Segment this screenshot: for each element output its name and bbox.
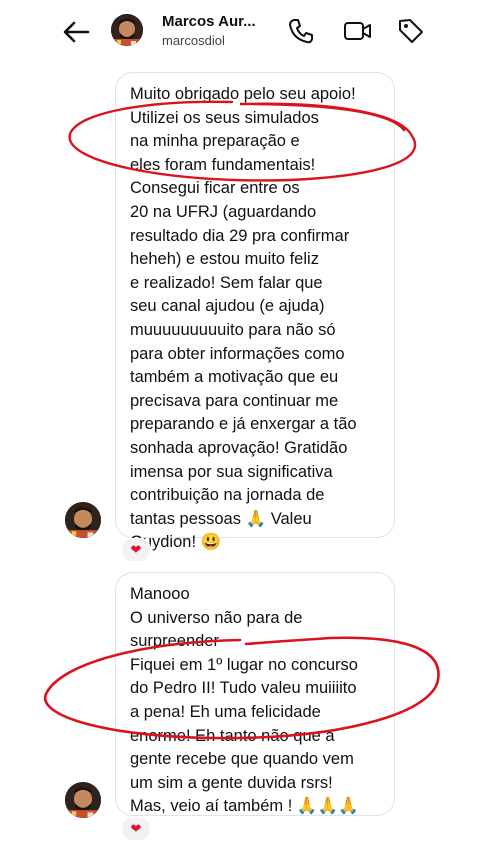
message-line: Manooo: [130, 585, 190, 603]
message-line: um sim a gente duvida rsrs!: [130, 773, 333, 792]
message-line: precisava para continuar me: [130, 391, 339, 410]
chat-header: Marcos Aur... marcosdiol: [0, 0, 480, 62]
heart-reaction[interactable]: ❤: [121, 538, 151, 562]
message-bubble[interactable]: Muito obrigado pelo seu apoio! Utilizei …: [115, 72, 395, 551]
tag-icon[interactable]: [396, 16, 426, 46]
message-line: na minha preparação e: [130, 132, 300, 151]
message-line: Muito obrigado pelo seu apoio!: [130, 85, 356, 103]
message-line: tantas pessoas 🙏 Valeu: [130, 509, 312, 528]
message-line: Mas, veio aí também ! 🙏🙏🙏: [130, 797, 359, 816]
message-line: sonhada aprovação! Gratidão: [130, 438, 348, 457]
message-line: Utilizei os seus simulados: [130, 108, 319, 127]
message-line: Consegui ficar entre os: [130, 179, 300, 198]
sender-avatar[interactable]: [65, 502, 101, 538]
message-line: Fiquei em 1º lugar no concurso: [130, 655, 358, 674]
phone-icon[interactable]: [286, 16, 316, 46]
message-line: para obter informações como: [130, 344, 345, 363]
message-line: contribuição na jornada de: [130, 486, 325, 505]
avatar-image: [65, 782, 101, 818]
message-line: seu canal ajudou (e ajuda): [130, 297, 325, 316]
avatar[interactable]: [111, 14, 143, 46]
heart-reaction[interactable]: ❤: [121, 817, 151, 841]
message-line: 20 na UFRJ (aguardando: [130, 202, 317, 221]
message-line: resultado dia 29 pra confirmar: [130, 226, 350, 245]
message-line: heheh) e estou muito feliz: [130, 250, 319, 269]
message-line: do Pedro II! Tudo valeu muiiiito: [130, 679, 357, 698]
message-line: gente recebe que quando vem: [130, 750, 354, 769]
message-line: eles foram fundamentais!: [130, 155, 316, 174]
message-line: enorme! Eh tanto não que a: [130, 726, 335, 745]
video-camera-icon[interactable]: [342, 16, 372, 46]
sender-avatar[interactable]: [65, 782, 101, 818]
message-line: imensa por sua significativa: [130, 462, 333, 481]
back-arrow-icon[interactable]: [58, 18, 94, 46]
message-line: muuuuuuuuuito para não só: [130, 320, 336, 339]
message-line: O universo não para de: [130, 608, 303, 627]
message-line: e realizado! Sem falar que: [130, 273, 323, 292]
heart-icon: ❤: [130, 542, 142, 557]
contact-username: marcosdiol: [162, 33, 225, 48]
contact-name[interactable]: Marcos Aur...: [162, 13, 256, 30]
message-line: também a motivação que eu: [130, 368, 339, 387]
message-line: Guydion! 😃: [130, 533, 222, 552]
message-line: a pena! Eh uma felicidade: [130, 702, 321, 721]
avatar-image: [111, 14, 143, 46]
heart-icon: ❤: [130, 821, 142, 836]
message-line: surpreender: [130, 632, 219, 651]
message-line: preparando e já enxergar a tão: [130, 415, 357, 434]
message-bubble[interactable]: Manooo O universo não para de surpreende…: [115, 572, 395, 816]
avatar-image: [65, 502, 101, 538]
